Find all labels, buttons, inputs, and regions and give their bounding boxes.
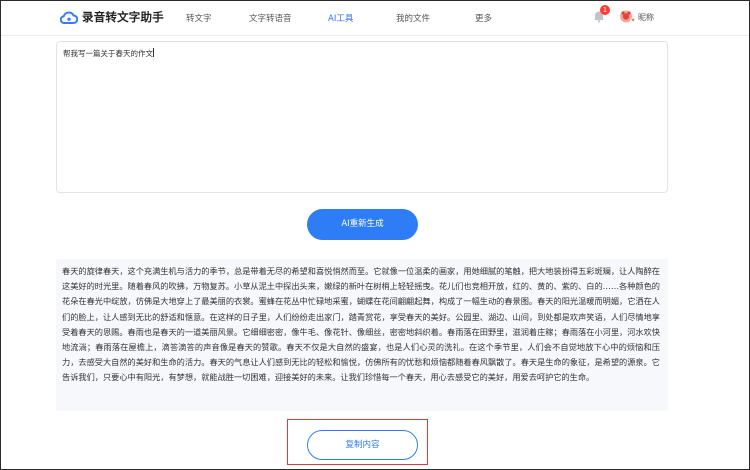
notification-badge: 1 xyxy=(600,5,610,15)
result-panel: 春天的旋律春天，这个充满生机与活力的季节，总是带着无尽的希望和喜悦悄然而至。它就… xyxy=(56,259,668,411)
app-name: 录音转文字助手 xyxy=(82,10,164,24)
copy-content-button[interactable]: 复制内容 xyxy=(307,430,418,460)
username[interactable]: 昵称 xyxy=(638,12,654,23)
prompt-text: 帮我写一篇关于春天的作文 xyxy=(63,48,154,58)
vip-badge-icon: ✦ xyxy=(630,17,636,24)
text-caret xyxy=(153,48,154,57)
app-logo[interactable]: 录音转文字助手 xyxy=(60,9,164,25)
nav-more[interactable]: 更多 xyxy=(475,12,492,24)
nav-ai-tools[interactable]: AI工具 xyxy=(328,12,353,24)
result-text: 春天的旋律春天，这个充满生机与活力的季节，总是带着无尽的希望和喜悦悄然而至。它就… xyxy=(62,266,660,383)
nav-transcribe[interactable]: 转文字 xyxy=(186,12,212,24)
ai-regenerate-button[interactable]: AI重新生成 xyxy=(307,209,418,240)
nav-my-files[interactable]: 我的文件 xyxy=(396,12,430,24)
prompt-input[interactable]: 帮我写一篇关于春天的作文 xyxy=(56,41,668,193)
cloud-logo-icon xyxy=(60,11,78,24)
top-header: 录音转文字助手 转文字 文字转语音 AI工具 我的文件 更多 1 ✦ 昵称 xyxy=(0,0,750,36)
nav-text-to-speech[interactable]: 文字转语音 xyxy=(249,12,292,24)
